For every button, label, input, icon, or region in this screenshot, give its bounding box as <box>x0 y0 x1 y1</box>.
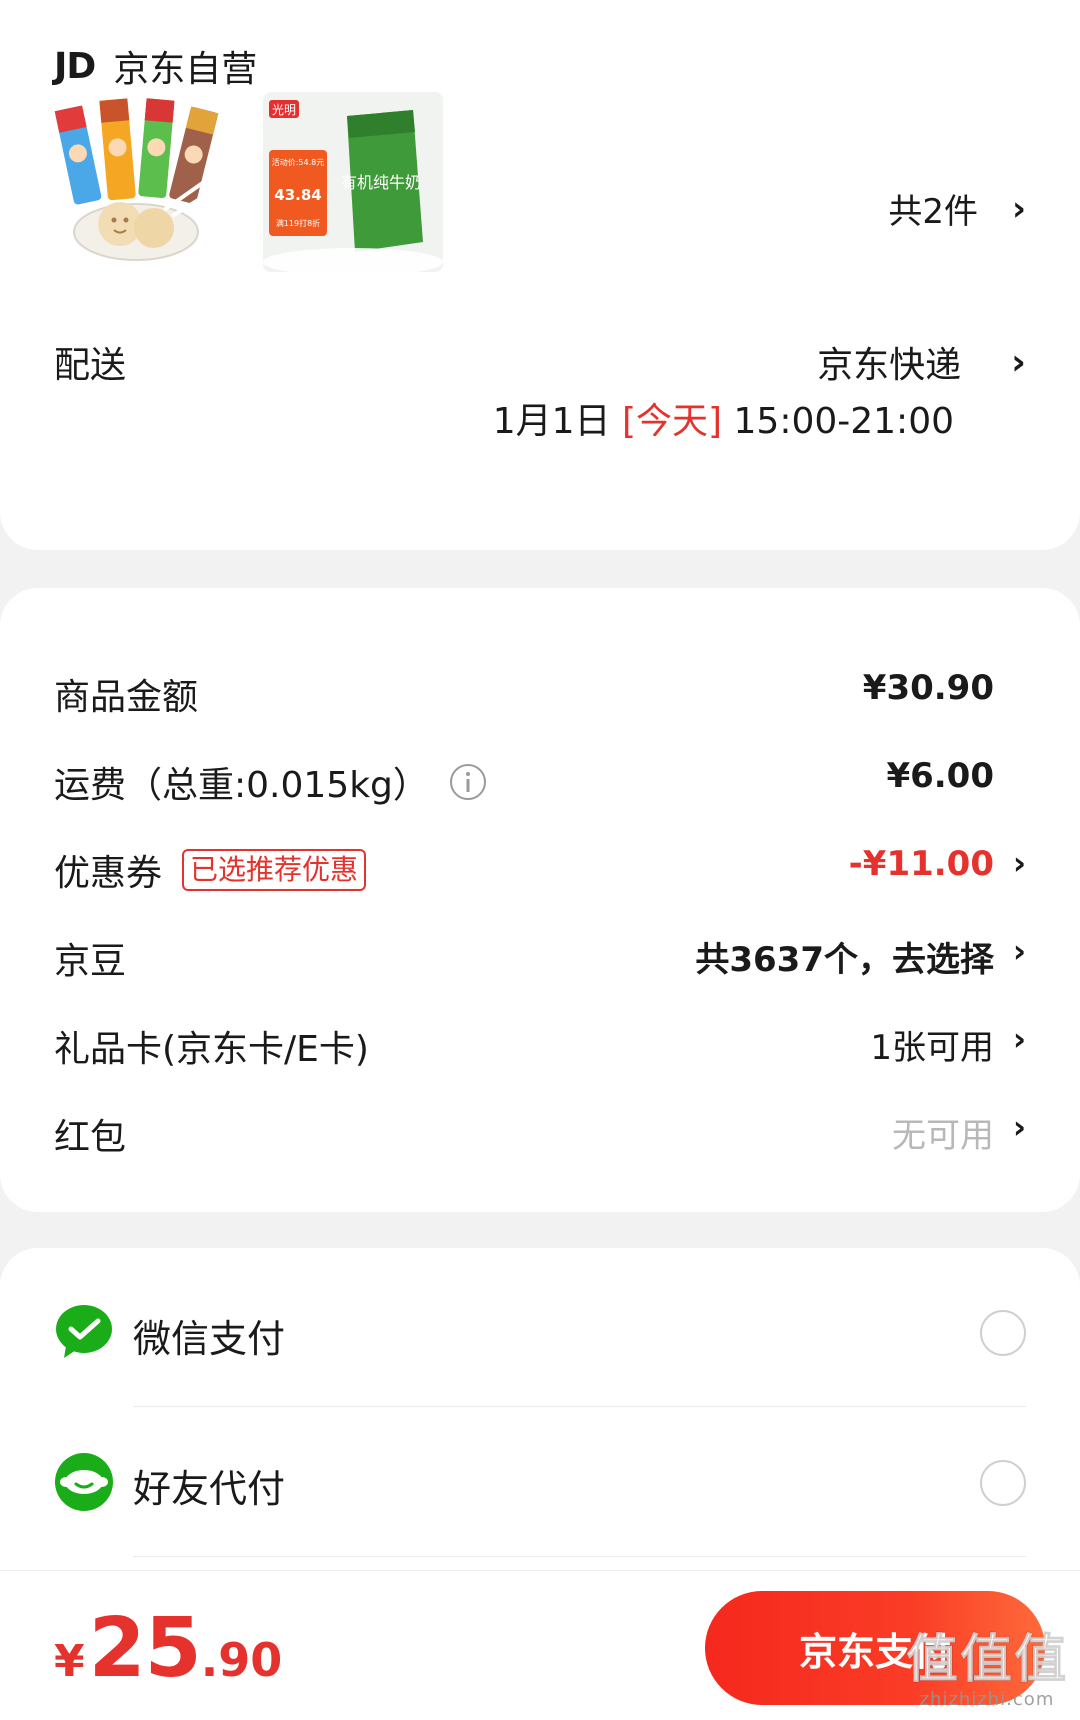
item-count: 共2件 <box>888 192 978 232</box>
coupon-recommended-badge: 已选推荐优惠 <box>182 849 367 891</box>
delivery-window: 15:00-21:00 <box>733 401 954 442</box>
delivery-method: 京东快递 <box>817 345 962 386</box>
chevron-right-icon: › <box>1012 1108 1026 1146</box>
shipping-fee-value: ¥6.00 <box>886 756 994 796</box>
delivery-label: 配送 <box>54 345 127 386</box>
goods-amount-value: ¥30.90 <box>862 668 994 708</box>
milk-brand-text: 光明 <box>272 103 296 117</box>
red-packet-row[interactable]: 红包 无可用 › <box>0 1108 1080 1168</box>
milk-promo-discount: 满119打8折 <box>276 218 320 228</box>
total-price: ¥ 25 .90 <box>54 1601 282 1696</box>
goods-amount-row: 商品金额 ¥30.90 <box>0 668 1080 728</box>
delivery-method-selector[interactable]: 京东快递 › <box>817 336 1026 388</box>
delivery-today-tag: [今天] <box>621 401 723 442</box>
coupon-row[interactable]: 优惠券 已选推荐优惠 -¥11.00 › <box>0 844 1080 904</box>
milk-promo-price-label: 活动价:54.8元 <box>272 157 325 167</box>
item-count-link[interactable]: 共2件 › <box>888 184 1026 233</box>
friend-pay-radio[interactable] <box>980 1460 1026 1506</box>
coupon-label: 优惠券 <box>54 853 163 894</box>
product-thumbnail-candy[interactable] <box>54 92 234 272</box>
red-packet-label: 红包 <box>54 1117 127 1158</box>
divider <box>133 1406 1026 1407</box>
watermark-logo: 值值值 <box>905 1630 1068 1690</box>
wechat-pay-label: 微信支付 <box>133 1317 286 1361</box>
product-thumbnail-milk[interactable]: 光明 活动价:54.8元 43.84 满119打8折 有机纯牛奶 <box>263 92 443 272</box>
wechat-pay-radio[interactable] <box>980 1310 1026 1356</box>
jd-beans-label: 京豆 <box>54 941 127 982</box>
payment-option-wechat[interactable]: 微信支付 <box>0 1284 1080 1384</box>
jd-beans-row[interactable]: 京豆 共3637个，去选择 › <box>0 932 1080 992</box>
red-packet-value: 无可用 <box>892 1116 994 1156</box>
jd-beans-value: 共3637个，去选择 <box>695 940 994 980</box>
watermark: 值值值 zhizhizhi.com <box>905 1630 1068 1711</box>
delivery-date: 1月1日 <box>492 401 611 442</box>
shipping-fee-label: 运费（总重:0.015kg） <box>54 765 429 806</box>
price-breakdown-card: 商品金额 ¥30.90 运费（总重:0.015kg） ¥6.00 优惠券 已选推… <box>0 588 1080 1212</box>
delivery-time[interactable]: 1月1日 [今天] 15:00-21:00 <box>493 392 954 444</box>
payment-option-friend[interactable]: 好友代付 <box>0 1434 1080 1534</box>
coupon-label-wrap: 优惠券 已选推荐优惠 <box>54 844 367 896</box>
friend-pay-icon <box>55 1453 113 1511</box>
total-price-integer: 25 <box>88 1601 202 1696</box>
store-name: 京东自营 <box>113 49 258 90</box>
gift-card-label: 礼品卡(京东卡/E卡) <box>54 1029 369 1070</box>
wechat-pay-icon <box>56 1305 112 1358</box>
gift-card-value: 1张可用 <box>870 1028 994 1068</box>
currency-symbol: ¥ <box>54 1636 85 1687</box>
watermark-url: zhizhizhi.com <box>919 1689 1055 1710</box>
shipping-fee-row: 运费（总重:0.015kg） ¥6.00 <box>0 756 1080 816</box>
chevron-right-icon: › <box>1012 932 1026 970</box>
goods-amount-label: 商品金额 <box>54 677 199 718</box>
coupon-value: -¥11.00 <box>848 844 994 884</box>
checkout-bar: ¥ 25 .90 京东支付 值值值 zhizhizhi.com <box>0 1570 1080 1720</box>
chevron-right-icon: › <box>1011 341 1026 383</box>
milk-product-image: 光明 活动价:54.8元 43.84 满119打8折 有机纯牛奶 <box>263 92 443 272</box>
divider <box>133 1556 1026 1557</box>
total-price-decimal: .90 <box>200 1633 283 1687</box>
shipping-fee-label-wrap: 运费（总重:0.015kg） <box>54 756 487 808</box>
jd-logo: JD <box>54 45 96 87</box>
friend-pay-label: 好友代付 <box>133 1467 286 1511</box>
milk-product-name: 有机纯牛奶 <box>341 173 421 192</box>
chevron-right-icon: › <box>1011 188 1026 229</box>
chevron-right-icon: › <box>1012 844 1026 882</box>
info-icon[interactable] <box>449 763 487 801</box>
order-items-card: JD 京东自营 光明 活动价:54.8元 43.84 满119打8折 有机纯牛奶… <box>0 0 1080 550</box>
milk-promo-price: 43.84 <box>274 186 321 204</box>
gift-card-row[interactable]: 礼品卡(京东卡/E卡) 1张可用 › <box>0 1020 1080 1080</box>
chevron-right-icon: › <box>1012 1020 1026 1058</box>
store-header: JD 京东自营 <box>54 40 257 92</box>
candy-product-image <box>54 92 234 272</box>
